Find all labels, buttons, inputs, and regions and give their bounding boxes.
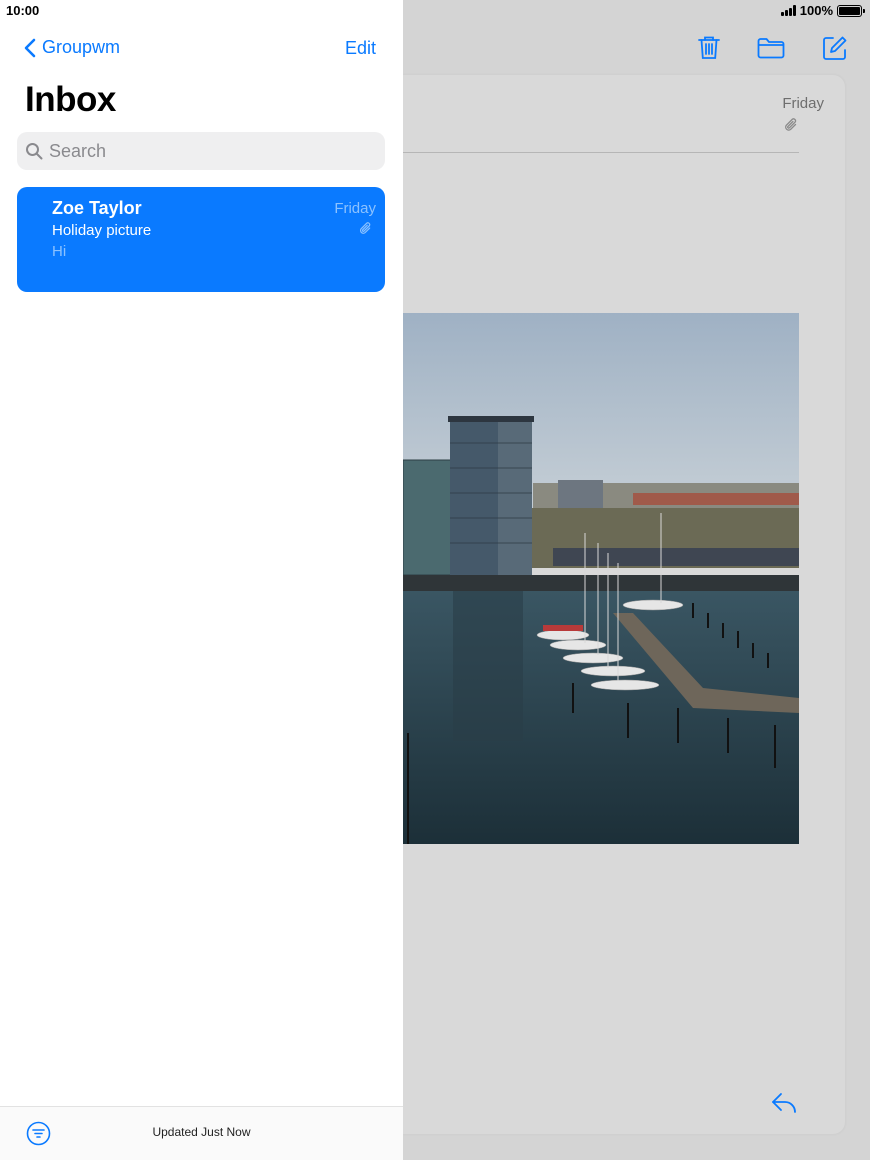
list-item[interactable]: Zoe Taylor Holiday picture Hi Friday [17,187,385,292]
message-header-divider [403,152,799,153]
edit-button[interactable]: Edit [345,38,376,59]
battery-icon [837,4,865,17]
compose-icon[interactable] [820,33,850,63]
mail-sender: Zoe Taylor [52,198,142,218]
chevron-left-icon [24,38,36,57]
mail-preview: Hi [52,243,67,260]
cellular-signal-icon [780,5,796,16]
attachment-icon [784,117,798,138]
back-button-label: Groupwm [42,37,121,57]
message-date: Friday [782,95,824,112]
mail-subject: Holiday picture [52,222,152,239]
folder-icon[interactable] [756,33,786,63]
harbour-photo [403,313,799,844]
attachment-icon [359,221,372,241]
page-title: Inbox [25,80,116,119]
back-button[interactable]: Groupwm [24,37,120,58]
attached-photo[interactable] [403,313,799,844]
bottom-toolbar: Updated Just Now [0,1106,403,1160]
reply-icon[interactable] [770,1090,798,1121]
trash-icon[interactable] [694,33,724,63]
battery-percentage: 100% [799,3,833,18]
mailbox-sidebar: Groupwm Edit Inbox Zoe Taylor Holiday pi… [0,0,403,1160]
update-status: Updated Just Now [152,1125,251,1139]
status-indicators: 100% [780,3,865,18]
status-time: 10:00 [6,3,40,18]
search-input[interactable] [49,140,349,162]
mail-date: Friday [334,200,376,217]
search-bar[interactable] [17,132,385,170]
search-icon [26,143,43,160]
